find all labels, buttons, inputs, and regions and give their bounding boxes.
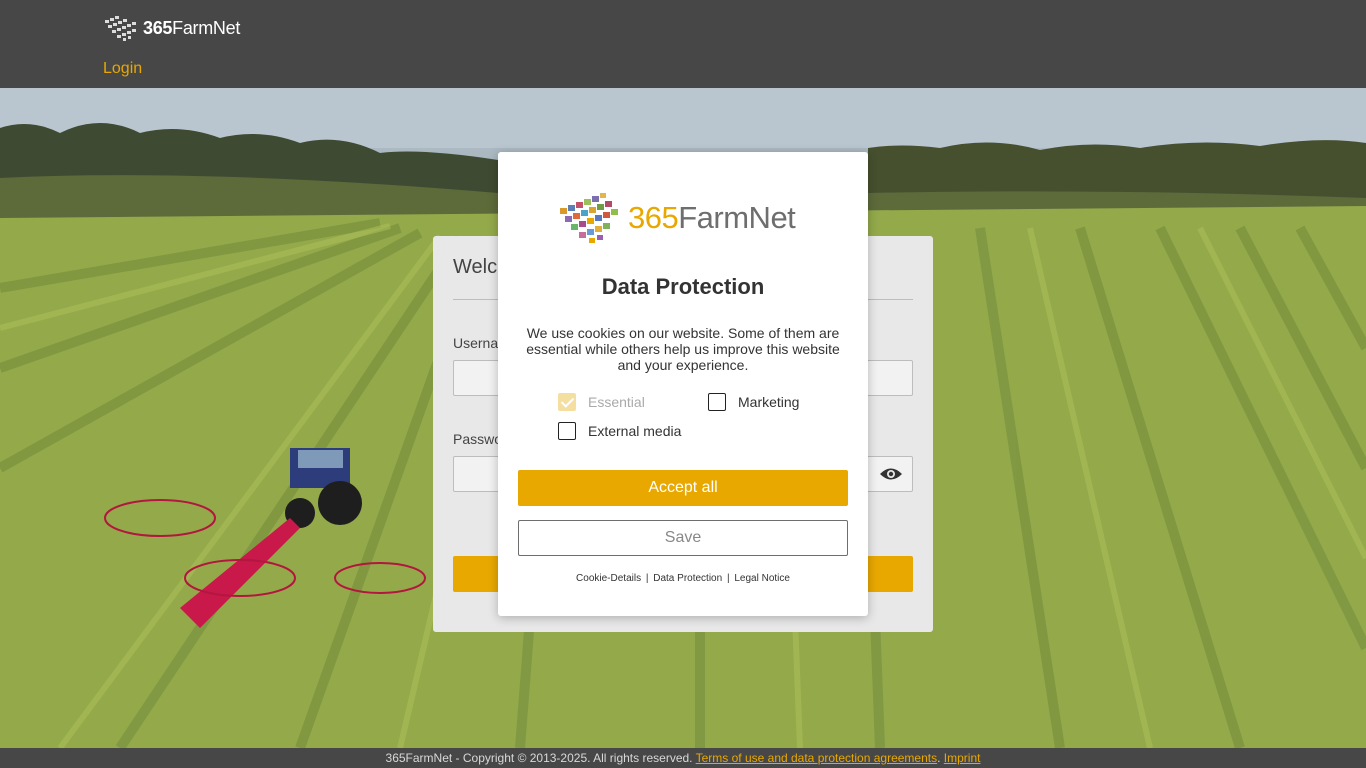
password-label: Passwo (453, 431, 503, 447)
farmnet-mosaic-icon (105, 16, 136, 41)
logo-365: 365 (143, 17, 173, 38)
checkbox-essential-box (558, 393, 576, 411)
modal-logo-365: 365 (628, 200, 679, 235)
checkbox-external-media-box[interactable] (558, 422, 576, 440)
checkbox-marketing[interactable]: Marketing (708, 393, 799, 411)
imprint-link[interactable]: Imprint (944, 751, 981, 765)
checkbox-marketing-label[interactable]: Marketing (738, 394, 799, 410)
username-label: Userna (453, 335, 499, 351)
link-separator: | (726, 573, 730, 584)
login-card-title: Welc (453, 256, 498, 278)
dialog-title: Data Protection (601, 274, 765, 299)
modal-logo: 365FarmNet (558, 192, 796, 244)
cookie-details-link[interactable]: Cookie-Details (576, 573, 641, 584)
save-button[interactable]: Save (518, 520, 848, 556)
data-protection-link[interactable]: Data Protection (653, 573, 722, 584)
dialog-description: We use cookies on our website. Some of t… (526, 325, 840, 373)
header-logo[interactable]: 365FarmNet (103, 13, 240, 43)
dialog-links: Cookie-Details | Data Protection | Legal… (498, 573, 868, 584)
eye-icon[interactable] (879, 466, 903, 482)
checkbox-marketing-box[interactable] (708, 393, 726, 411)
footer-dot: . (937, 751, 941, 765)
link-separator: | (645, 573, 649, 584)
login-link[interactable]: Login (103, 60, 142, 78)
checkbox-external-media[interactable]: External media (558, 422, 681, 440)
terms-link[interactable]: Terms of use and data protection agreeme… (696, 751, 937, 765)
farmnet-mosaic-icon (560, 193, 618, 243)
legal-notice-link[interactable]: Legal Notice (734, 573, 790, 584)
top-header: 365FarmNet Login (0, 0, 1366, 88)
copyright-text: 365FarmNet - Copyright © 2013-2025. All … (385, 751, 693, 765)
logo-farmnet: FarmNet (172, 17, 241, 38)
accept-all-button[interactable]: Accept all (518, 470, 848, 506)
checkbox-essential-label: Essential (588, 394, 645, 410)
modal-logo-farmnet: FarmNet (678, 200, 796, 235)
data-protection-dialog: 365FarmNet Data Protection We use cookie… (498, 152, 868, 616)
checkbox-external-media-label[interactable]: External media (588, 423, 681, 439)
page-footer: 365FarmNet - Copyright © 2013-2025. All … (0, 748, 1366, 768)
checkbox-essential: Essential (558, 393, 645, 411)
